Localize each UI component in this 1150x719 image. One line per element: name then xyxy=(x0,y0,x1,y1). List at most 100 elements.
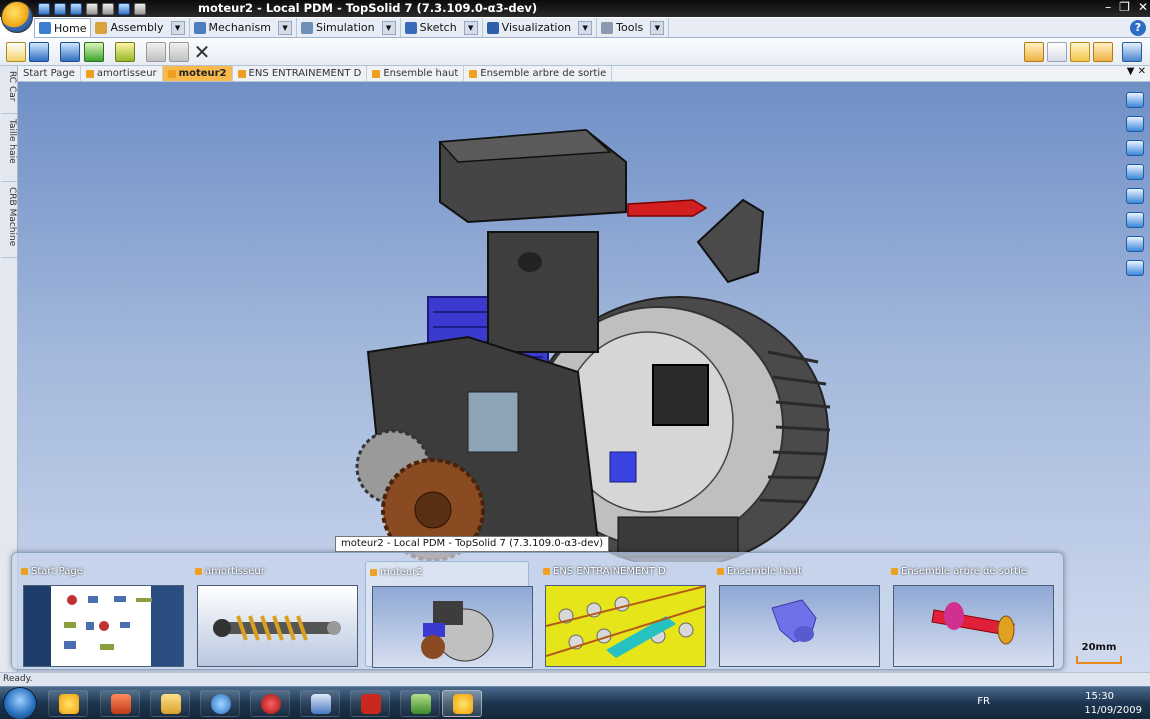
tab-visualization[interactable]: Visualization ▼ xyxy=(483,18,598,37)
taskbar-windows-icon[interactable] xyxy=(300,690,340,717)
tab-simulation[interactable]: Simulation ▼ xyxy=(297,18,401,37)
doc-tab-moteur2[interactable]: moteur2 xyxy=(162,66,233,81)
scale-line xyxy=(1076,656,1122,664)
tab-label: Visualization xyxy=(501,21,572,34)
tab-home[interactable]: Home xyxy=(34,18,92,37)
chevron-down-icon[interactable]: ▼ xyxy=(381,20,396,35)
add-icon[interactable] xyxy=(1126,92,1144,108)
thumb-label: amortisseur xyxy=(195,566,265,577)
switcher-item-ensemble-arbre[interactable]: Ensemble arbre de sortie xyxy=(887,561,1054,667)
start-button[interactable] xyxy=(3,687,37,719)
copy-icon[interactable] xyxy=(146,42,166,62)
switcher-item-start-page[interactable]: Start Page xyxy=(17,561,184,667)
tab-tools[interactable]: Tools ▼ xyxy=(597,18,670,37)
chevron-down-icon[interactable]: ▼ xyxy=(278,20,293,35)
tooltip: moteur2 - Local PDM - TopSolid 7 (7.3.10… xyxy=(335,536,610,552)
taskbar-network-icon[interactable] xyxy=(400,690,440,717)
tab-label: Mechanism xyxy=(208,21,272,34)
export-icon[interactable] xyxy=(84,42,104,62)
clock-date[interactable]: 11/09/2009 xyxy=(1084,705,1142,716)
dock-tab-rc-car[interactable]: RC Car xyxy=(1,68,17,114)
language-indicator[interactable]: FR xyxy=(977,696,990,707)
chevron-down-icon[interactable]: ▼ xyxy=(578,20,593,35)
switcher-item-moteur2[interactable]: moteur2 xyxy=(365,561,533,668)
tab-sketch[interactable]: Sketch ▼ xyxy=(401,18,483,37)
switcher-item-ensemble-haut[interactable]: Ensemble haut xyxy=(713,561,880,667)
tab-list-dropdown-icon[interactable]: ▼ ✕ xyxy=(1127,66,1146,77)
open-document-icon[interactable] xyxy=(29,42,49,62)
document-icon xyxy=(85,69,94,78)
taskbar-topsolid-active-icon[interactable] xyxy=(442,690,482,717)
simulation-icon xyxy=(301,21,314,34)
save-all-icon[interactable] xyxy=(54,3,66,15)
doc-tab-label: Ensemble haut xyxy=(383,68,459,79)
application-menu-button[interactable] xyxy=(1,1,33,33)
doc-tab-ens-entrainement[interactable]: ENS ENTRAINEMENT D xyxy=(233,66,368,81)
taskbar-paint-icon[interactable] xyxy=(100,690,140,717)
restore-icon[interactable]: ❐ xyxy=(1119,0,1130,14)
zoom-in-icon[interactable] xyxy=(1126,212,1144,228)
doc-tab-label: Start Page xyxy=(23,68,75,79)
tab-mechanism[interactable]: Mechanism ▼ xyxy=(190,18,298,37)
document-icon xyxy=(237,69,246,78)
taskbar-explorer-icon[interactable] xyxy=(150,690,190,717)
clock-time[interactable]: 15:30 xyxy=(1085,691,1114,702)
redo-icon[interactable] xyxy=(102,3,114,15)
taskbar-filezilla-icon[interactable] xyxy=(350,690,390,717)
thumbnail-image xyxy=(893,585,1054,667)
split-view-icon[interactable] xyxy=(1126,188,1144,204)
dock-tab-crb-machine[interactable]: CRB Machine xyxy=(1,184,17,258)
ribbon-toolbar: ✕ xyxy=(0,38,1150,66)
chain-icon[interactable] xyxy=(1070,42,1090,62)
topsolid-window: moteur2 - Local PDM - TopSolid 7 (7.3.10… xyxy=(0,0,1150,719)
chevron-down-icon[interactable]: ▼ xyxy=(170,20,185,35)
orbit-icon[interactable] xyxy=(1126,164,1144,180)
import-icon[interactable] xyxy=(60,42,80,62)
rotate-icon[interactable] xyxy=(1126,140,1144,156)
switcher-item-ens-entrainement[interactable]: ENS ENTRAINEMENT D xyxy=(539,561,706,667)
document-tabs: Start Page amortisseur moteur2 ENS ENTRA… xyxy=(18,66,1150,82)
thumbnail-image xyxy=(545,585,706,667)
tab-label: Simulation xyxy=(316,21,375,34)
tab-assembly[interactable]: Assembly ▼ xyxy=(91,18,190,37)
tools-icon xyxy=(601,21,614,34)
doc-tab-ensemble-haut[interactable]: Ensemble haut xyxy=(367,66,465,81)
engine-3d-model[interactable] xyxy=(348,122,848,562)
check-icon[interactable] xyxy=(115,42,135,62)
doc-tab-amortisseur[interactable]: amortisseur xyxy=(81,66,163,81)
pan-icon[interactable] xyxy=(1126,116,1144,132)
taskbar-app-icon[interactable] xyxy=(250,690,290,717)
undo-icon[interactable] xyxy=(86,3,98,15)
view-cube-icon[interactable] xyxy=(1126,260,1144,276)
doc-tab-ensemble-arbre[interactable]: Ensemble arbre de sortie xyxy=(464,66,613,81)
new-document-icon[interactable] xyxy=(6,42,26,62)
link-icon[interactable] xyxy=(1024,42,1044,62)
assembly-icon xyxy=(95,21,108,34)
status-text: Ready. xyxy=(3,674,33,684)
edit-icon[interactable] xyxy=(118,3,130,15)
zoom-out-icon[interactable] xyxy=(1126,236,1144,252)
taskbar-topsolid-icon[interactable] xyxy=(48,690,88,717)
thumbnail-image xyxy=(372,586,533,668)
constraint-icon[interactable] xyxy=(1093,42,1113,62)
taskbar-internet-explorer-icon[interactable] xyxy=(200,690,240,717)
chevron-down-icon[interactable]: ▼ xyxy=(650,20,665,35)
help-icon[interactable]: ? xyxy=(1130,20,1146,36)
dock-tab-taille-haie[interactable]: Taille haie xyxy=(1,116,17,182)
switcher-item-amortisseur[interactable]: amortisseur xyxy=(191,561,358,667)
mechanism-icon xyxy=(193,21,206,34)
minimize-icon[interactable]: – xyxy=(1105,0,1111,14)
view-toolbar xyxy=(1126,92,1144,276)
print-icon[interactable] xyxy=(70,3,82,15)
chevron-down-icon[interactable]: ▼ xyxy=(463,20,478,35)
delete-icon[interactable]: ✕ xyxy=(192,42,212,62)
thumb-label: Start Page xyxy=(21,566,83,577)
sketch-icon xyxy=(404,21,417,34)
unlink-icon[interactable] xyxy=(1047,42,1067,62)
doc-tab-start-page[interactable]: Start Page xyxy=(18,66,81,81)
save-icon[interactable] xyxy=(38,3,50,15)
close-icon[interactable]: ✕ xyxy=(1138,0,1148,14)
paste-icon[interactable] xyxy=(169,42,189,62)
refresh-icon[interactable] xyxy=(134,3,146,15)
properties-icon[interactable] xyxy=(1122,42,1142,62)
